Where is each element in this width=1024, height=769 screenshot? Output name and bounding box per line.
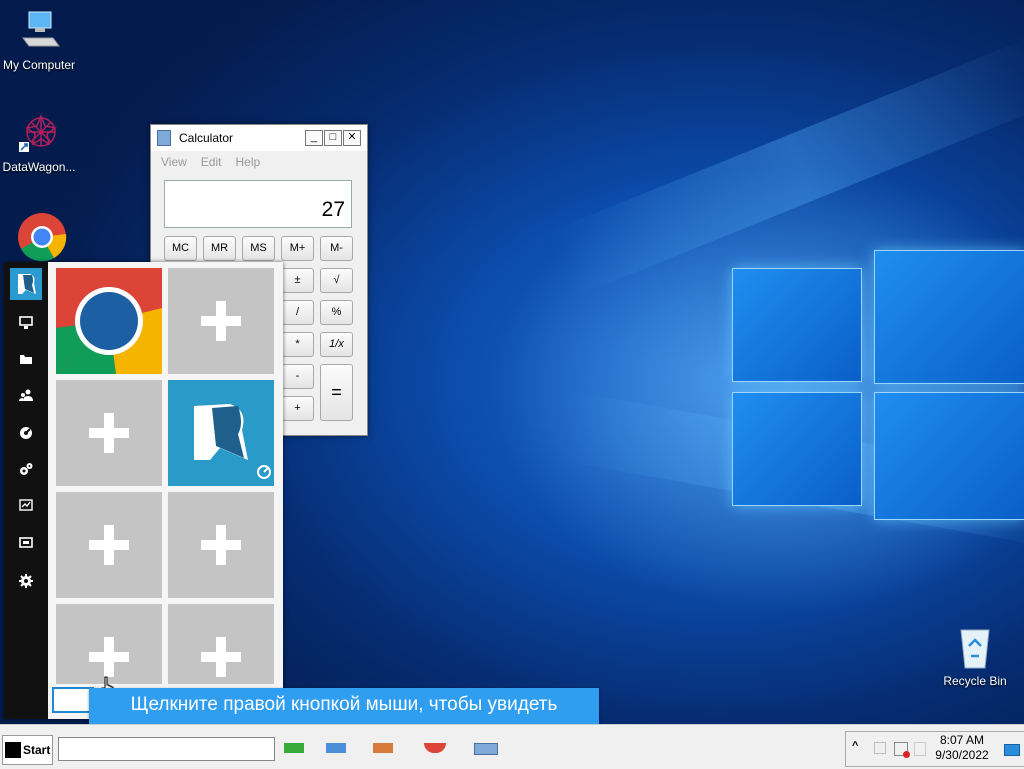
add-icon [89, 413, 129, 453]
equals-button[interactable]: = [320, 364, 353, 421]
mc-button[interactable]: MC [164, 236, 197, 261]
add-icon [201, 637, 241, 677]
taskbar-app-icon[interactable] [326, 743, 346, 753]
taskbar-chrome-icon[interactable] [424, 743, 446, 753]
network-icon[interactable] [894, 742, 910, 758]
notification-icon[interactable] [1004, 744, 1020, 756]
taskbar-app-icon[interactable] [373, 743, 393, 753]
wallpaper-pane [874, 392, 1024, 520]
add-icon [89, 525, 129, 565]
clock-date: 9/30/2022 [935, 748, 989, 762]
start-button[interactable]: Start [2, 735, 53, 765]
wallpaper-pane [732, 392, 862, 506]
taskbar-calculator-icon[interactable] [474, 743, 498, 755]
menu-bar: View Edit Help [151, 151, 367, 173]
reciprocal-button[interactable]: 1/x [320, 332, 353, 357]
app-logo-icon [194, 404, 271, 479]
taskbar-app-icon[interactable] [284, 743, 304, 753]
desktop-icon-chrome[interactable] [0, 212, 79, 262]
chart-icon[interactable] [18, 498, 34, 514]
desktop-icon-datawagon[interactable]: DataWagon... [0, 112, 79, 174]
dashboard-icon[interactable] [18, 426, 34, 442]
taskbar: Start ^ 8:07 AM 9/30/2022 [0, 724, 1024, 769]
wallpaper-pane [874, 250, 1024, 384]
monitor-icon[interactable] [18, 316, 34, 332]
tile-add[interactable] [56, 380, 162, 486]
tile-chrome[interactable] [56, 268, 162, 374]
tile-add[interactable] [168, 604, 274, 684]
tile-add[interactable] [56, 492, 162, 598]
tile-add[interactable] [168, 268, 274, 374]
plus-button[interactable]: + [281, 396, 314, 421]
window-title: Calculator [179, 131, 234, 145]
screen-icon[interactable] [18, 536, 34, 552]
volume-icon[interactable] [914, 742, 926, 756]
add-icon [201, 301, 241, 341]
add-icon [89, 637, 129, 677]
desktop-icon-my-computer[interactable]: My Computer [0, 10, 79, 72]
add-icon [201, 525, 241, 565]
sqrt-button[interactable]: √ [320, 268, 353, 293]
desktop-icon-label: DataWagon... [2, 160, 76, 174]
app-logo-icon[interactable] [10, 268, 42, 300]
minus-button[interactable]: - [281, 364, 314, 389]
desktop: My Computer DataWagon... Recycle Bin Cal… [0, 0, 1024, 724]
desktop-icon-recycle-bin[interactable]: Recycle Bin [935, 626, 1015, 688]
tile-datawagon[interactable] [168, 380, 274, 486]
taskbar-search-input[interactable] [58, 737, 275, 761]
app-launcher-panel [4, 262, 283, 719]
menu-edit[interactable]: Edit [201, 155, 222, 169]
gears-icon[interactable] [18, 462, 34, 478]
launcher-search-input[interactable] [52, 687, 94, 713]
minimize-button[interactable]: _ [305, 130, 323, 146]
folder-icon[interactable] [18, 352, 34, 368]
percent-button[interactable]: % [320, 300, 353, 325]
error-badge-icon [903, 751, 910, 758]
ms-button[interactable]: MS [242, 236, 275, 261]
m-minus-button[interactable]: M- [320, 236, 353, 261]
desktop-icon-label: Recycle Bin [943, 674, 1007, 688]
users-icon[interactable] [18, 388, 34, 404]
m-plus-button[interactable]: M+ [281, 236, 314, 261]
computer-icon [17, 10, 61, 54]
desktop-icon-label: My Computer [2, 58, 76, 72]
chrome-icon [17, 212, 67, 262]
menu-view[interactable]: View [161, 155, 187, 169]
clock-time: 8:07 AM [939, 733, 985, 747]
launcher-sidebar [4, 262, 48, 719]
chrome-icon [56, 268, 162, 374]
menu-help[interactable]: Help [235, 155, 260, 169]
wallpaper-pane [732, 268, 862, 382]
mr-button[interactable]: MR [203, 236, 236, 261]
maximize-button[interactable]: □ [324, 130, 342, 146]
calculator-display: 27 [164, 180, 352, 228]
plus-minus-button[interactable]: ± [281, 268, 314, 293]
recycle-bin-icon [953, 626, 997, 670]
tile-add[interactable] [168, 492, 274, 598]
calculator-app-icon [157, 130, 171, 146]
tray-icon[interactable] [874, 742, 886, 754]
tooltip-line: Щелкните правой кнопкой мыши, чтобы увид… [130, 694, 558, 715]
settings-icon[interactable] [18, 574, 34, 590]
datawagon-logo-icon [17, 112, 61, 156]
start-icon [5, 742, 21, 758]
start-label: Start [23, 743, 51, 757]
tray-expand-arrow[interactable]: ^ [852, 740, 858, 752]
divide-button[interactable]: / [281, 300, 314, 325]
clock[interactable]: 8:07 AM 9/30/2022 [932, 733, 992, 763]
close-button[interactable]: ✕ [343, 130, 361, 146]
multiply-button[interactable]: * [281, 332, 314, 357]
tile-add[interactable] [56, 604, 162, 684]
